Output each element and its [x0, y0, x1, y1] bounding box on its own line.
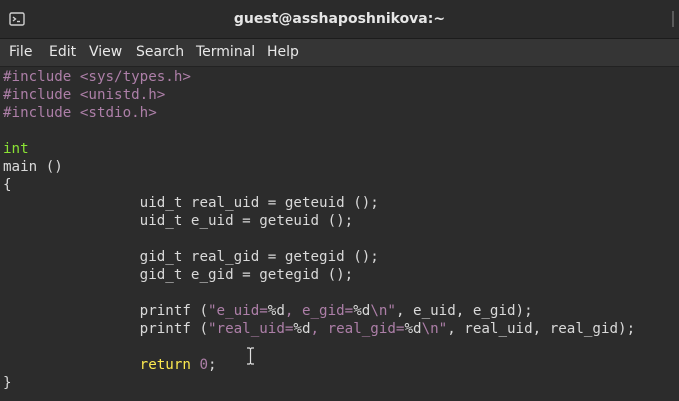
include-path: <unistd.h> [71, 87, 166, 103]
format-spec: %d [353, 303, 371, 319]
title-bar[interactable]: guest@asshaposhnikova:~ [0, 0, 679, 39]
format-spec: %d [267, 303, 285, 319]
type-keyword: int [3, 141, 29, 157]
return-keyword: return [139, 357, 191, 373]
string-literal: , real_gid= [310, 321, 405, 337]
printf-call: printf ( [3, 303, 208, 319]
code-line-real-uid: uid_t real_uid = geteuid (); [3, 195, 379, 211]
preprocessor-directive: #include [3, 105, 72, 121]
printf-args: , real_uid, real_gid); [447, 321, 636, 337]
menu-search[interactable]: Search [136, 39, 184, 66]
code-line-printf-real: printf ("real_uid=%d, real_gid=%d\n", re… [3, 320, 635, 338]
include-path: <sys/types.h> [71, 69, 191, 85]
code-line-e-uid: uid_t e_uid = geteuid (); [3, 213, 354, 229]
code-line-close-brace: } [3, 375, 12, 391]
code-line-include-stdio: #include <stdio.h> [3, 104, 157, 122]
code-line-e-gid: gid_t e_gid = getegid (); [3, 267, 354, 283]
code-line-open-brace: { [3, 177, 12, 193]
menu-bar: File Edit View Search Terminal Help [0, 39, 679, 67]
printf-call: printf ( [3, 321, 208, 337]
string-literal: \n" [370, 303, 396, 319]
terminal-content[interactable]: #include <sys/types.h> #include <unistd.… [0, 67, 679, 401]
preprocessor-directive: #include [3, 87, 72, 103]
preprocessor-directive: #include [3, 69, 72, 85]
include-path: <stdio.h> [71, 105, 157, 121]
string-literal: \n" [421, 321, 448, 337]
terminal-window: guest@asshaposhnikova:~ File Edit View S… [0, 0, 679, 401]
code-line-real-gid: gid_t real_gid = getegid (); [3, 249, 379, 265]
code-line-include-unistd: #include <unistd.h> [3, 86, 165, 104]
menu-help[interactable]: Help [267, 39, 299, 66]
number-literal: 0 [199, 357, 209, 373]
printf-args: , e_uid, e_gid); [395, 303, 533, 319]
code-line-int: int [3, 140, 29, 158]
string-literal: , e_gid= [284, 303, 354, 319]
format-spec: %d [404, 321, 422, 337]
window-title: guest@asshaposhnikova:~ [233, 11, 446, 27]
semicolon: ; [208, 357, 217, 373]
menu-edit[interactable]: Edit [49, 39, 76, 66]
string-literal: "real_uid= [208, 321, 294, 337]
window-edge [672, 11, 679, 27]
code-line-printf-e: printf ("e_uid=%d, e_gid=%d\n", e_uid, e… [3, 302, 533, 320]
menu-terminal[interactable]: Terminal [196, 39, 255, 66]
menu-file[interactable]: File [9, 39, 32, 66]
text-cursor-icon [247, 347, 254, 365]
string-literal: "e_uid= [208, 303, 268, 319]
code-line-main: main () [3, 159, 63, 175]
format-spec: %d [293, 321, 311, 337]
menu-view[interactable]: View [89, 39, 122, 66]
code-line-return: return 0; [3, 356, 217, 374]
code-line-include-types: #include <sys/types.h> [3, 68, 191, 86]
